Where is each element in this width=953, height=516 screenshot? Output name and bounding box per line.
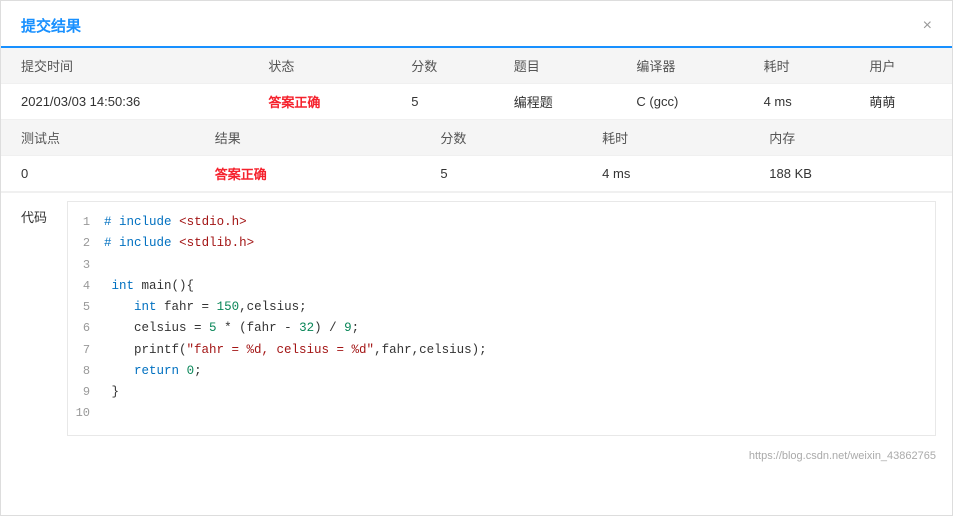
- code-line-1: 1 # include <stdio.h>: [68, 212, 935, 233]
- testpoint-table-body: 0 答案正确 5 4 ms 188 KB: [1, 156, 952, 192]
- submit-time-cell: 2021/03/03 14:50:36: [1, 84, 248, 120]
- close-button[interactable]: ×: [923, 18, 932, 34]
- line-number: 2: [74, 233, 104, 254]
- line-content: # include <stdlib.h>: [104, 233, 254, 254]
- col-tp-score: 分数: [420, 120, 582, 156]
- line-content: int main(){: [104, 276, 194, 297]
- col-user: 用户: [849, 48, 952, 84]
- testpoint-cell: 0: [1, 156, 195, 192]
- result-cell: 答案正确: [195, 156, 421, 192]
- memory-cell: 188 KB: [749, 156, 952, 192]
- code-line-9: 9 }: [68, 382, 935, 403]
- time-cell: 4 ms: [744, 84, 850, 120]
- dialog-header: 提交结果 ×: [1, 1, 952, 48]
- col-compiler: 编译器: [616, 48, 743, 84]
- line-number: 5: [74, 297, 104, 318]
- line-content: [104, 403, 112, 424]
- line-content: celsius = 5 * (fahr - 32) / 9;: [104, 318, 359, 339]
- code-label: 代码: [1, 193, 67, 444]
- line-number: 10: [74, 403, 104, 424]
- col-memory: 内存: [749, 120, 952, 156]
- col-tp-time: 耗时: [582, 120, 749, 156]
- table-row: 0 答案正确 5 4 ms 188 KB: [1, 156, 952, 192]
- col-problem: 题目: [494, 48, 617, 84]
- testpoint-table-header: 测试点 结果 分数 耗时 内存: [1, 120, 952, 156]
- score-cell: 5: [391, 84, 494, 120]
- tp-score-cell: 5: [420, 156, 582, 192]
- col-time: 耗时: [744, 48, 850, 84]
- code-line-10: 10: [68, 403, 935, 424]
- line-number: 4: [74, 276, 104, 297]
- status-badge: 答案正确: [268, 95, 320, 110]
- line-content: # include <stdio.h>: [104, 212, 247, 233]
- line-number: 1: [74, 212, 104, 233]
- line-number: 8: [74, 361, 104, 382]
- code-line-5: 5 int fahr = 150,celsius;: [68, 297, 935, 318]
- watermark: https://blog.csdn.net/weixin_43862765: [1, 444, 952, 470]
- code-section: 代码 1 # include <stdio.h> 2 # include <st…: [1, 192, 952, 444]
- code-line-4: 4 int main(){: [68, 276, 935, 297]
- result-badge: 答案正确: [215, 167, 267, 182]
- line-content: }: [104, 382, 119, 403]
- line-content: int fahr = 150,celsius;: [104, 297, 307, 318]
- testpoint-table: 测试点 结果 分数 耗时 内存 0 答案正确 5 4 ms 188 KB: [1, 120, 952, 192]
- col-testpoint: 测试点: [1, 120, 195, 156]
- line-number: 6: [74, 318, 104, 339]
- line-content: printf("fahr = %d, celsius = %d",fahr,ce…: [104, 340, 487, 361]
- dialog-title: 提交结果: [21, 15, 81, 36]
- line-number: 3: [74, 255, 104, 276]
- table-row: 2021/03/03 14:50:36 答案正确 5 编程题 C (gcc) 4…: [1, 84, 952, 120]
- code-block: 1 # include <stdio.h> 2 # include <stdli…: [67, 201, 936, 436]
- tp-time-cell: 4 ms: [582, 156, 749, 192]
- status-cell: 答案正确: [248, 84, 391, 120]
- col-score: 分数: [391, 48, 494, 84]
- dialog-body: 提交时间 状态 分数 题目 编译器 耗时 用户 2021/03/03 14:50…: [1, 48, 952, 470]
- submission-table: 提交时间 状态 分数 题目 编译器 耗时 用户 2021/03/03 14:50…: [1, 48, 952, 120]
- submission-table-header: 提交时间 状态 分数 题目 编译器 耗时 用户: [1, 48, 952, 84]
- code-line-7: 7 printf("fahr = %d, celsius = %d",fahr,…: [68, 340, 935, 361]
- compiler-cell: C (gcc): [616, 84, 743, 120]
- line-number: 9: [74, 382, 104, 403]
- code-line-3: 3: [68, 255, 935, 276]
- code-line-6: 6 celsius = 5 * (fahr - 32) / 9;: [68, 318, 935, 339]
- line-content: [104, 255, 112, 276]
- col-status: 状态: [248, 48, 391, 84]
- dialog: 提交结果 × 提交时间 状态 分数 题目 编译器 耗时 用户 2021/03/0…: [0, 0, 953, 516]
- code-line-2: 2 # include <stdlib.h>: [68, 233, 935, 254]
- code-line-8: 8 return 0;: [68, 361, 935, 382]
- problem-cell: 编程题: [494, 84, 617, 120]
- user-cell: 萌萌: [849, 84, 952, 120]
- col-result: 结果: [195, 120, 421, 156]
- line-content: return 0;: [104, 361, 202, 382]
- line-number: 7: [74, 340, 104, 361]
- col-submit-time: 提交时间: [1, 48, 248, 84]
- submission-table-body: 2021/03/03 14:50:36 答案正确 5 编程题 C (gcc) 4…: [1, 84, 952, 120]
